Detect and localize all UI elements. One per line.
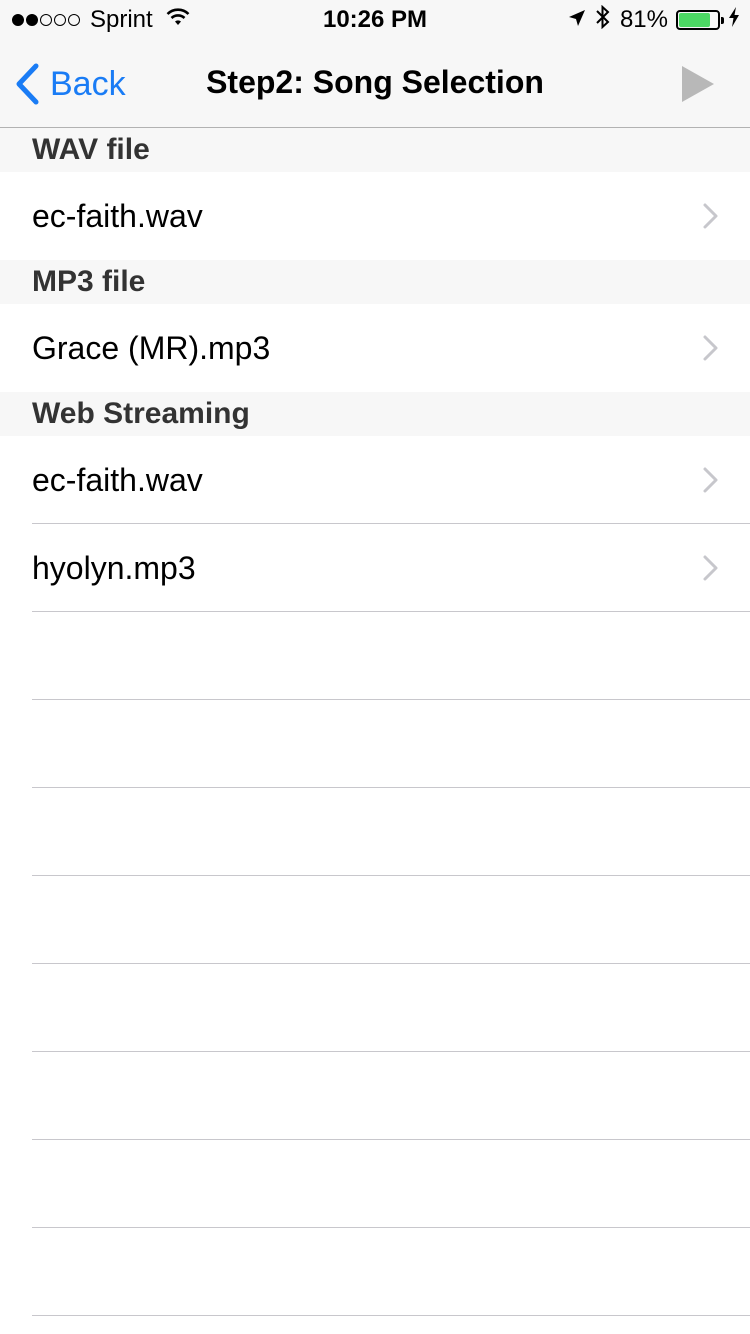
list-item[interactable]: ec-faith.wav xyxy=(0,436,750,524)
location-arrow-icon xyxy=(568,6,586,34)
play-button[interactable] xyxy=(680,64,720,104)
section-header-web-streaming: Web Streaming xyxy=(0,392,750,436)
list-item[interactable]: hyolyn.mp3 xyxy=(0,524,750,612)
page-title: Step2: Song Selection xyxy=(206,64,544,100)
empty-row xyxy=(0,1140,750,1228)
battery-icon xyxy=(676,10,724,30)
empty-row xyxy=(0,1052,750,1140)
chevron-right-icon xyxy=(703,203,718,229)
song-label: Grace (MR).mp3 xyxy=(32,329,271,366)
battery-percent: 81% xyxy=(619,6,668,33)
empty-row xyxy=(0,700,750,788)
song-label: ec-faith.wav xyxy=(32,461,203,498)
empty-row xyxy=(0,788,750,876)
chevron-right-icon xyxy=(703,335,718,361)
empty-row xyxy=(0,964,750,1052)
chevron-right-icon xyxy=(703,467,718,493)
section-header-mp3: MP3 file xyxy=(0,260,750,304)
list-item[interactable]: ec-faith.wav xyxy=(0,172,750,260)
charging-bolt-icon xyxy=(728,6,740,34)
empty-row xyxy=(0,612,750,700)
play-icon xyxy=(682,66,714,102)
song-label: hyolyn.mp3 xyxy=(32,549,196,586)
list-item[interactable]: Grace (MR).mp3 xyxy=(0,304,750,392)
song-list: WAV file ec-faith.wav MP3 file Grace (MR… xyxy=(0,128,750,1316)
empty-row xyxy=(0,1228,750,1316)
bluetooth-icon xyxy=(596,4,610,36)
section-header-wav: WAV file xyxy=(0,128,750,172)
empty-row xyxy=(0,876,750,964)
status-bar: Sprint 10:26 PM 81% xyxy=(0,0,750,40)
status-right: 81% xyxy=(568,4,740,36)
chevron-right-icon xyxy=(703,555,718,581)
battery-level xyxy=(679,13,710,27)
navigation-bar: Back Step2: Song Selection xyxy=(0,40,750,128)
song-label: ec-faith.wav xyxy=(32,197,203,234)
